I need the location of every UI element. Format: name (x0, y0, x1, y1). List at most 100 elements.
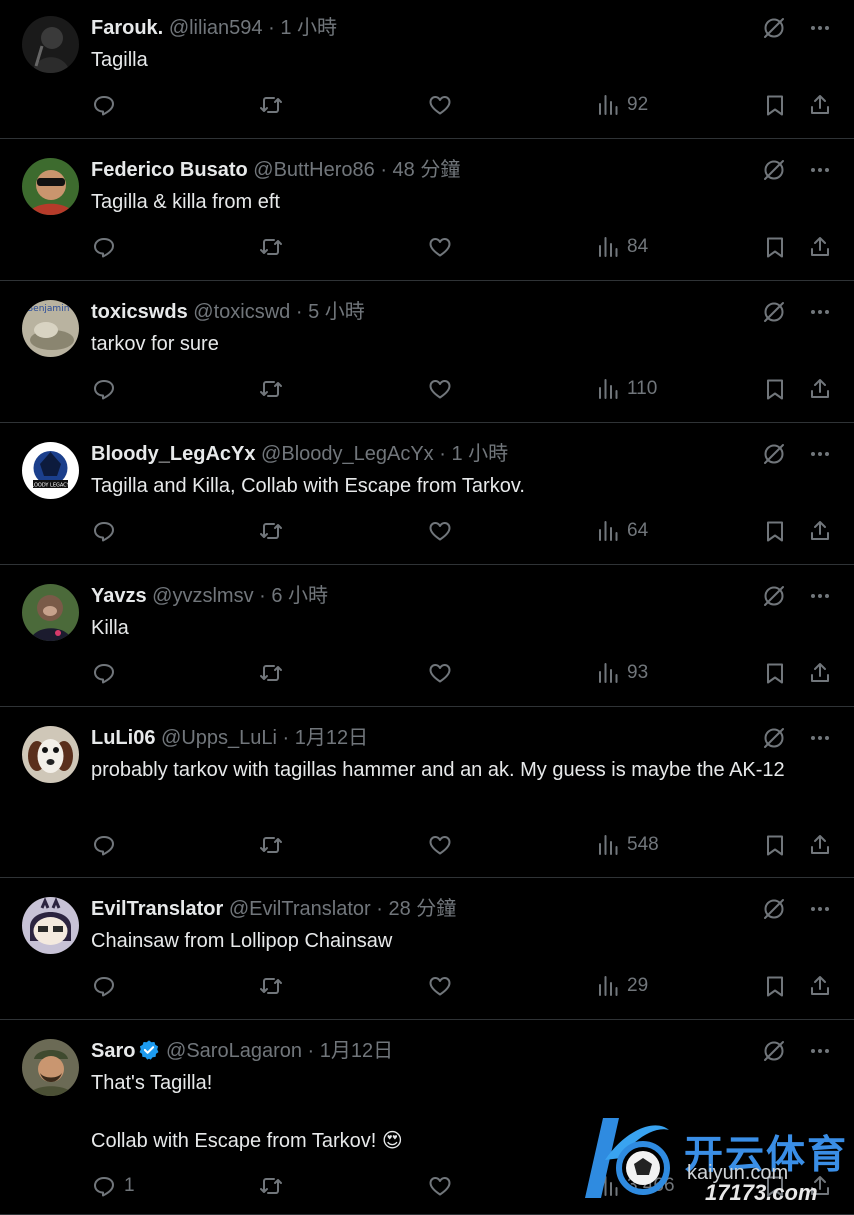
post-time[interactable]: 1 小時 (280, 17, 337, 39)
reply-button[interactable] (92, 661, 124, 685)
share-button[interactable] (808, 235, 832, 259)
author-handle[interactable]: @ButtHero86 (253, 159, 374, 181)
post-time[interactable]: 5 小時 (308, 301, 365, 323)
views-button[interactable]: 93 (597, 661, 648, 685)
reply-button[interactable]: 1 (92, 1174, 135, 1198)
author-handle[interactable]: @toxicswd (193, 301, 290, 323)
grok-icon[interactable] (762, 897, 786, 921)
avatar[interactable]: BLOODY LEGACYX (22, 442, 79, 499)
more-icon[interactable] (808, 158, 832, 182)
views-button[interactable]: 29 (597, 974, 648, 998)
like-button[interactable] (428, 519, 452, 543)
post[interactable]: EvilTranslator @EvilTranslator · 28 分鐘 Ch… (0, 878, 854, 1020)
reply-button[interactable] (92, 833, 124, 857)
views-button[interactable]: 548 (597, 833, 659, 857)
author-name[interactable]: Farouk. (91, 17, 163, 39)
reply-button[interactable] (92, 377, 124, 401)
share-button[interactable] (808, 377, 832, 401)
grok-icon[interactable] (762, 1039, 786, 1063)
bookmark-button[interactable] (764, 93, 786, 117)
more-icon[interactable] (808, 16, 832, 40)
post-time[interactable]: 1 小時 (451, 443, 508, 465)
retweet-button[interactable] (259, 377, 283, 401)
retweet-button[interactable] (259, 519, 283, 543)
more-icon[interactable] (808, 442, 832, 466)
post-time[interactable]: 48 分鐘 (393, 159, 461, 181)
reply-button[interactable] (92, 93, 124, 117)
like-button[interactable] (428, 235, 452, 259)
avatar[interactable] (22, 897, 79, 954)
views-button[interactable]: 110 (597, 377, 657, 401)
post-time[interactable]: 28 分鐘 (388, 898, 456, 920)
reply-button[interactable] (92, 974, 124, 998)
grok-icon[interactable] (762, 442, 786, 466)
retweet-button[interactable] (259, 1174, 283, 1198)
avatar[interactable]: Benjamin (22, 300, 79, 357)
retweet-button[interactable] (259, 974, 283, 998)
more-icon[interactable] (808, 300, 832, 324)
post-time[interactable]: 1月12日 (320, 1040, 393, 1062)
avatar[interactable] (22, 16, 79, 73)
retweet-button[interactable] (259, 93, 283, 117)
share-button[interactable] (808, 974, 832, 998)
author-name[interactable]: Yavzs (91, 585, 147, 607)
author-name[interactable]: toxicswds (91, 301, 188, 323)
author-name[interactable]: EvilTranslator (91, 898, 223, 920)
grok-icon[interactable] (762, 300, 786, 324)
avatar[interactable] (22, 584, 79, 641)
more-icon[interactable] (808, 726, 832, 750)
like-button[interactable] (428, 93, 452, 117)
grok-icon[interactable] (762, 584, 786, 608)
author-handle[interactable]: @SaroLagaron (166, 1040, 302, 1062)
share-button[interactable] (808, 93, 832, 117)
bookmark-button[interactable] (764, 974, 786, 998)
author-handle[interactable]: @EvilTranslator (229, 898, 371, 920)
reply-button[interactable] (92, 519, 124, 543)
avatar[interactable] (22, 726, 79, 783)
reply-button[interactable] (92, 235, 124, 259)
author-handle[interactable]: @lilian594 (169, 17, 263, 39)
avatar[interactable] (22, 158, 79, 215)
retweet-button[interactable] (259, 661, 283, 685)
author-handle[interactable]: @Upps_LuLi (161, 727, 277, 749)
more-icon[interactable] (808, 1039, 832, 1063)
share-button[interactable] (808, 519, 832, 543)
like-button[interactable] (428, 661, 452, 685)
like-button[interactable] (428, 833, 452, 857)
author-handle[interactable]: @yvzslmsv (152, 585, 253, 607)
post[interactable]: BLOODY LEGACYX Bloody_LegAcYx @Bloody_Leg… (0, 423, 854, 565)
author-name[interactable]: Federico Busato (91, 159, 248, 181)
author-name[interactable]: Bloody_LegAcYx (91, 443, 255, 465)
retweet-button[interactable] (259, 833, 283, 857)
bookmark-button[interactable] (764, 661, 786, 685)
more-icon[interactable] (808, 584, 832, 608)
bookmark-button[interactable] (764, 377, 786, 401)
avatar[interactable] (22, 1039, 79, 1096)
views-button[interactable]: 64 (597, 519, 648, 543)
author-handle[interactable]: @Bloody_LegAcYx (261, 443, 434, 465)
post[interactable]: Farouk. @lilian594 · 1 小時 Tagilla 92 (0, 0, 854, 139)
post-time[interactable]: 1月12日 (295, 727, 368, 749)
views-button[interactable]: 92 (597, 93, 648, 117)
more-icon[interactable] (808, 897, 832, 921)
post[interactable]: Benjamin toxicswds @toxicswd · 5 小時 tarkov… (0, 281, 854, 423)
author-name[interactable]: Saro (91, 1040, 135, 1062)
post-time[interactable]: 6 小時 (271, 585, 328, 607)
share-button[interactable] (808, 661, 832, 685)
views-button[interactable]: 84 (597, 235, 648, 259)
bookmark-button[interactable] (764, 833, 786, 857)
like-button[interactable] (428, 974, 452, 998)
retweet-button[interactable] (259, 235, 283, 259)
like-button[interactable] (428, 1174, 452, 1198)
share-button[interactable] (808, 833, 832, 857)
author-name[interactable]: LuLi06 (91, 727, 155, 749)
post[interactable]: LuLi06 @Upps_LuLi · 1月12日 probably tarkov… (0, 707, 854, 878)
post[interactable]: Federico Busato @ButtHero86 · 48 分鐘 Tagil… (0, 139, 854, 281)
bookmark-button[interactable] (764, 235, 786, 259)
grok-icon[interactable] (762, 726, 786, 750)
like-button[interactable] (428, 377, 452, 401)
post[interactable]: Yavzs @yvzslmsv · 6 小時 Killa 93 (0, 565, 854, 707)
grok-icon[interactable] (762, 158, 786, 182)
grok-icon[interactable] (762, 16, 786, 40)
bookmark-button[interactable] (764, 519, 786, 543)
